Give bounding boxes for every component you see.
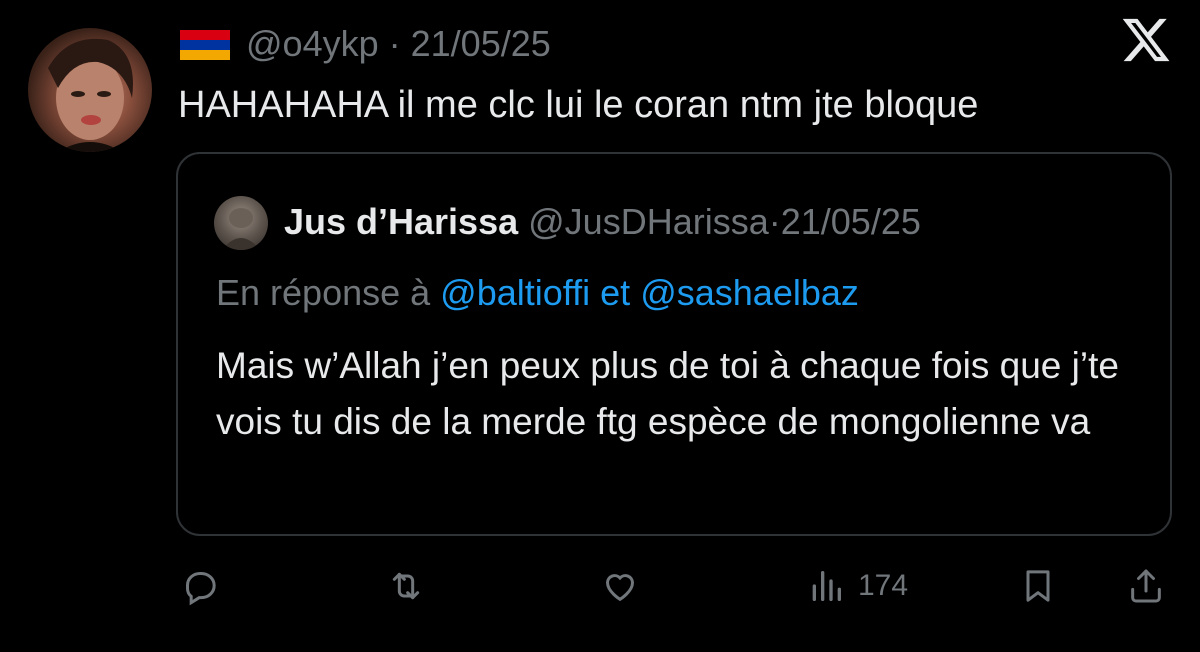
views-count: 174: [858, 569, 909, 602]
retweet-icon: [386, 566, 426, 606]
quoted-date[interactable]: 21/05/25: [781, 201, 921, 242]
quoted-meta-separator: ·: [768, 201, 781, 242]
bookmark-icon: [1018, 566, 1058, 606]
author-date[interactable]: 21/05/25: [411, 23, 551, 64]
quoted-tweet-text: Mais w’Allah j’en peux plus de toi à cha…: [216, 345, 1119, 442]
meta-separator: ·: [388, 23, 401, 64]
share-icon: [1126, 566, 1166, 606]
retweet-button[interactable]: [386, 564, 426, 608]
x-logo-icon: [1120, 14, 1172, 66]
quoted-author-handle[interactable]: @JusDHarissa: [528, 201, 769, 242]
mention-link-2[interactable]: @sashaelbaz: [640, 272, 859, 313]
quoted-tweet[interactable]: Jus d’Harissa @JusDHarissa·21/05/25 En r…: [176, 152, 1172, 536]
heart-icon: [600, 566, 640, 606]
quoted-author-avatar[interactable]: [214, 196, 268, 250]
tweet-text: HAHAHAHA il me clc lui le coran ntm jte …: [178, 84, 979, 126]
share-button[interactable]: [1126, 564, 1166, 608]
quoted-header: Jus d’Harissa @JusDHarissa·21/05/25: [284, 198, 921, 246]
like-button[interactable]: [600, 564, 640, 608]
views-button[interactable]: 174: [806, 564, 908, 608]
mention-link-1[interactable]: @baltioffi: [440, 272, 590, 313]
armenia-flag-icon: [180, 30, 230, 60]
bookmark-button[interactable]: [1018, 564, 1058, 608]
reply-joiner: et: [600, 272, 631, 313]
author-handle[interactable]: @o4ykp: [246, 23, 379, 64]
quoted-author-name[interactable]: Jus d’Harissa: [284, 201, 518, 242]
reply-icon: [180, 566, 220, 606]
reply-context: En réponse à @baltioffi et @sashaelbaz: [216, 270, 859, 316]
reply-button[interactable]: [180, 564, 220, 608]
author-avatar[interactable]: [28, 28, 152, 152]
action-bar: 174: [0, 556, 1200, 616]
reply-prefix: En réponse à: [216, 272, 431, 313]
views-chart-icon: [806, 566, 846, 606]
author-meta: @o4ykp · 21/05/25: [246, 22, 551, 66]
